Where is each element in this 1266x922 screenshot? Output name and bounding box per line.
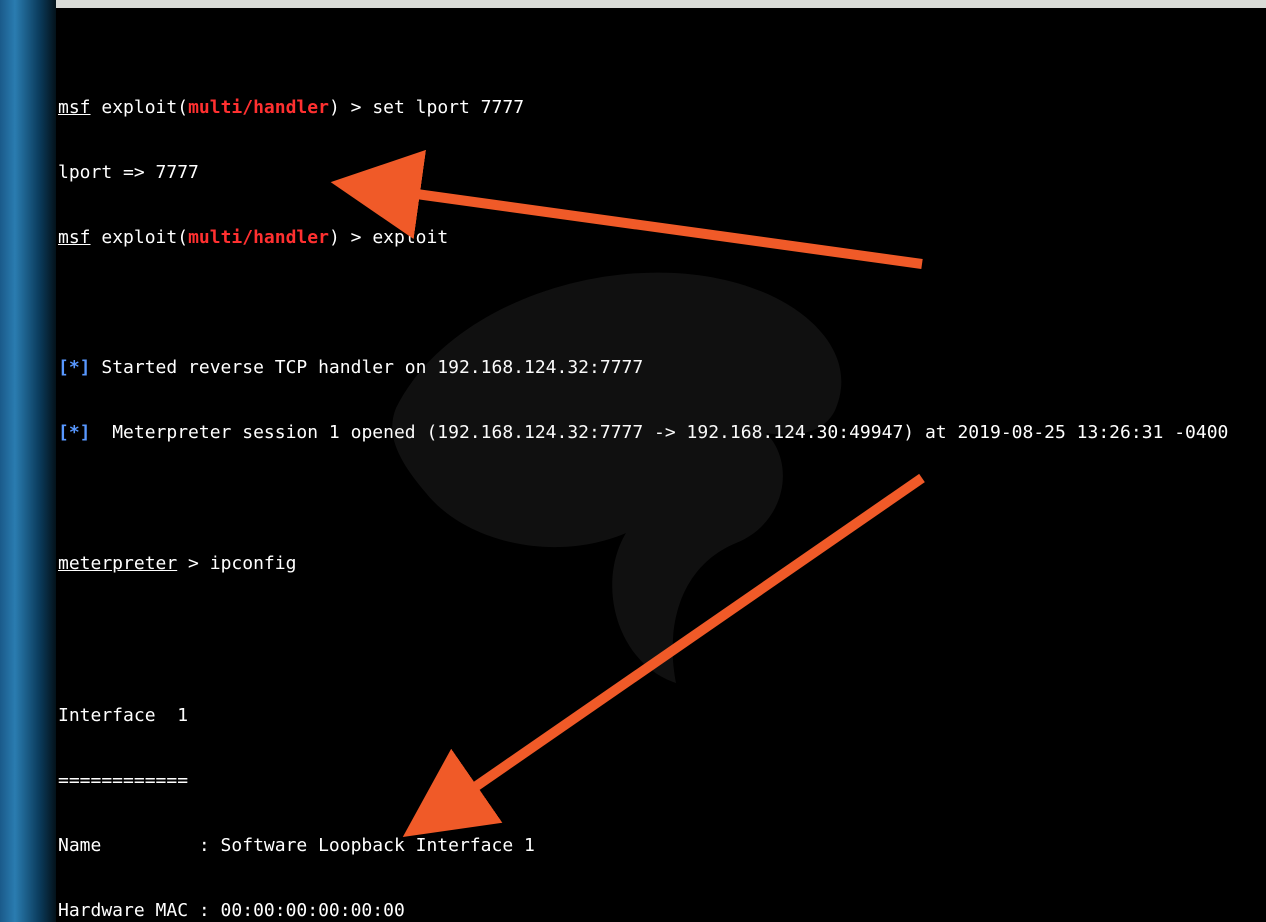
cmd-line-ipconfig: meterpreter > ipconfig (58, 553, 1266, 575)
status-session: [*] Meterpreter session 1 opened (192.16… (58, 422, 1266, 444)
blank-line (58, 618, 1266, 640)
iface-row: Name : Software Loopback Interface 1 (58, 835, 1266, 857)
blank-line (58, 487, 1266, 509)
status-started: [*] Started reverse TCP handler on 192.1… (58, 357, 1266, 379)
terminal-output[interactable]: msf exploit(multi/handler) > set lport 7… (56, 8, 1266, 922)
iface-header: Interface 1 (58, 705, 1266, 727)
cmd-line-exploit: msf exploit(multi/handler) > exploit (58, 227, 1266, 249)
iface-row: Hardware MAC : 00:00:00:00:00:00 (58, 900, 1266, 922)
cmd-line-set-lport: msf exploit(multi/handler) > set lport 7… (58, 97, 1266, 119)
iface-sep: ============ (58, 770, 1266, 792)
blank-line (58, 292, 1266, 314)
lport-echo: lport => 7777 (58, 162, 1266, 184)
